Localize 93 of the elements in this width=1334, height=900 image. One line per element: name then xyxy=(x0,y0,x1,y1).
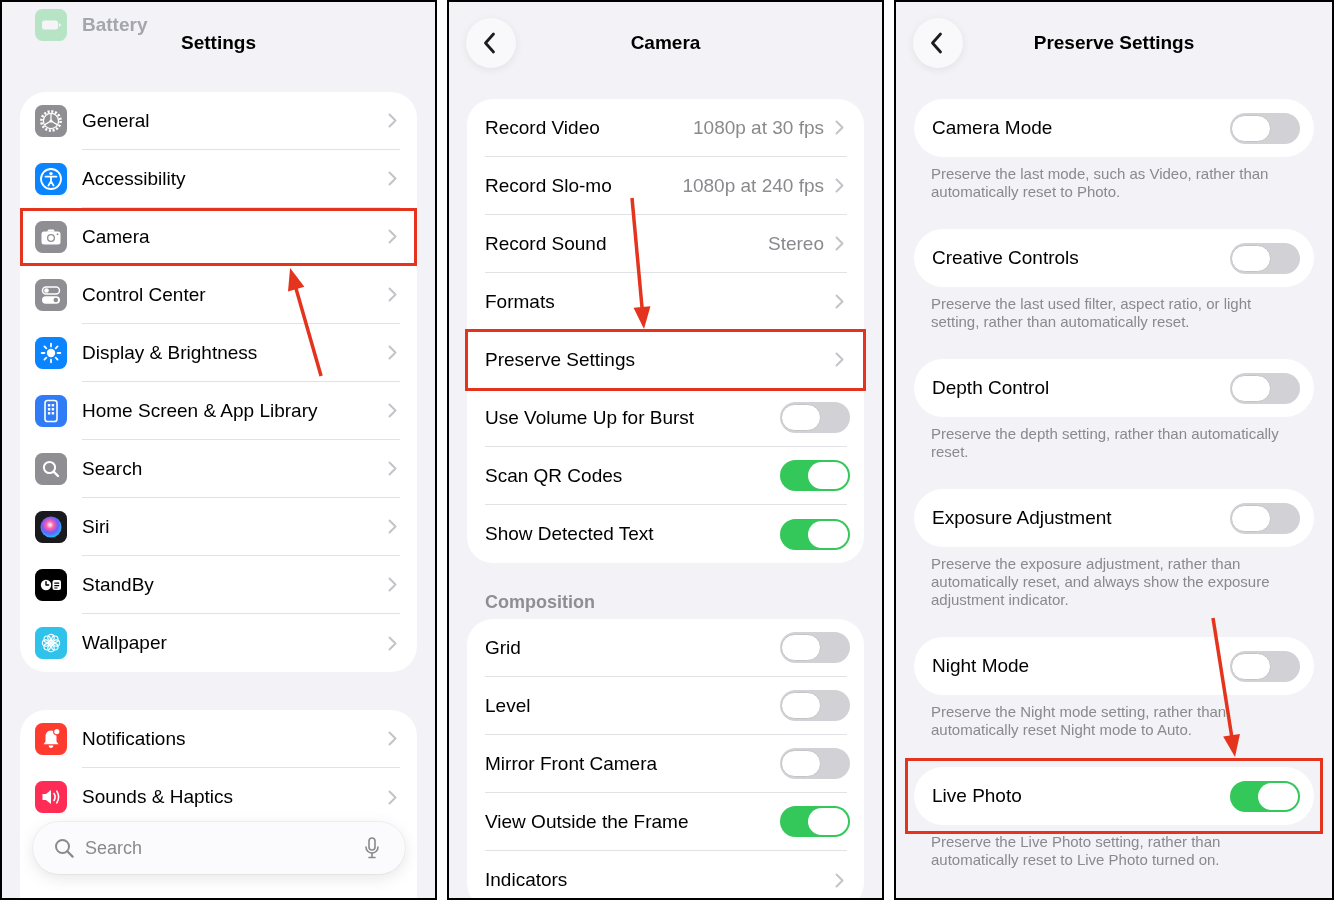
section-header: Composition xyxy=(485,591,596,613)
toggle-switch[interactable] xyxy=(1230,650,1300,682)
toggle-switch[interactable] xyxy=(1230,112,1300,144)
toggle-switch[interactable] xyxy=(780,518,850,550)
toggle-switch[interactable] xyxy=(1230,780,1300,812)
row-value: 1080p at 30 fps xyxy=(693,116,824,139)
setting-label: Mirror Front Camera xyxy=(485,752,658,775)
camera-icon xyxy=(35,221,67,253)
orb-icon xyxy=(35,511,67,543)
settings-row[interactable]: Record Slo-mo 1080p at 240 fps xyxy=(467,157,864,215)
settings-row[interactable]: Display & Brightness xyxy=(20,324,417,382)
row-value: Stereo xyxy=(768,232,824,255)
settings-row[interactable]: Home Screen & App Library xyxy=(20,382,417,440)
chevron-right-icon xyxy=(388,345,397,360)
accessibility-icon xyxy=(35,163,67,195)
toggle-switches-icon xyxy=(35,279,67,311)
setting-label: Level xyxy=(485,694,531,717)
setting-description: Preserve the exposure adjustment, rather than automatically reset, and always show the exposure adjustment indicator. xyxy=(930,555,1271,609)
chevron-right-icon xyxy=(388,461,397,476)
settings-row[interactable]: Control Center xyxy=(20,266,417,324)
settings-row[interactable]: Search xyxy=(20,440,417,498)
gear-icon xyxy=(35,105,67,137)
setting-label: View Outside the Frame xyxy=(485,810,689,833)
settings-row[interactable]: Record Sound Stereo xyxy=(467,215,864,273)
setting-description: Preserve the depth setting, rather than automatically reset. xyxy=(930,425,1280,461)
back-button[interactable] xyxy=(913,18,963,68)
setting-label: Exposure Adjustment xyxy=(932,507,1112,529)
chevron-right-icon xyxy=(835,872,844,888)
chevron-right-icon xyxy=(835,352,844,367)
search-icon xyxy=(35,453,67,485)
setting-label: Use Volume Up for Burst xyxy=(485,406,695,429)
sun-icon xyxy=(35,337,67,369)
chevron-right-icon xyxy=(388,577,397,592)
back-button[interactable] xyxy=(466,18,516,68)
chevron-right-icon xyxy=(835,178,844,193)
bell-icon xyxy=(35,723,67,755)
search-field[interactable]: Search xyxy=(33,822,405,874)
screen-title: Camera xyxy=(629,31,702,55)
chevron-right-icon xyxy=(388,403,397,418)
settings-row[interactable]: StandBy xyxy=(20,556,417,614)
chevron-right-icon xyxy=(835,294,844,309)
row-value: 1080p at 240 fps xyxy=(682,174,824,197)
setting-label: Scan QR Codes xyxy=(485,464,623,487)
chevron-right-icon xyxy=(388,287,397,302)
toggle-switch[interactable] xyxy=(1230,372,1300,404)
chevron-right-icon xyxy=(388,519,397,534)
setting-label: Grid xyxy=(485,636,521,659)
settings-row[interactable]: Indicators xyxy=(467,851,864,898)
settings-row[interactable]: Wallpaper xyxy=(20,614,417,672)
setting-label: Night Mode xyxy=(932,655,1030,677)
toggle-switch[interactable] xyxy=(780,402,850,433)
setting-label: Creative Controls xyxy=(932,247,1079,269)
settings-row[interactable]: General xyxy=(20,92,417,150)
toggle-switch[interactable] xyxy=(780,690,850,721)
setting-label: Live Photo xyxy=(932,785,1022,807)
chevron-right-icon xyxy=(388,731,397,746)
setting-label: Show Detected Text xyxy=(485,523,654,545)
toggle-switch[interactable] xyxy=(780,460,850,491)
settings-row[interactable]: Accessibility xyxy=(20,150,417,208)
toggle-switch[interactable] xyxy=(1230,502,1300,534)
microphone-icon[interactable] xyxy=(364,837,380,859)
settings-row[interactable]: Record Video 1080p at 30 fps xyxy=(467,99,864,157)
screen-title: Preserve Settings xyxy=(1032,31,1196,55)
chevron-right-icon xyxy=(388,113,397,128)
speaker-icon xyxy=(35,781,67,813)
toggle-switch[interactable] xyxy=(780,806,850,837)
search-icon xyxy=(54,838,74,858)
screen-title: Settings xyxy=(180,31,257,55)
settings-row[interactable]: Preserve Settings xyxy=(467,331,864,389)
settings-row[interactable]: Notifications xyxy=(20,710,417,768)
chevron-right-icon xyxy=(835,120,844,135)
chevron-left-icon xyxy=(483,32,496,54)
chevron-right-icon xyxy=(835,236,844,251)
setting-description: Preserve the last used filter, aspect ratio, or light setting, rather than automatically reset. xyxy=(930,295,1253,331)
settings-row[interactable]: Siri xyxy=(20,498,417,556)
chevron-right-icon xyxy=(388,229,397,244)
chevron-left-icon xyxy=(930,32,943,54)
flower-icon xyxy=(35,627,67,659)
faded-row-label: Battery xyxy=(82,14,148,36)
setting-description: Preserve the Night mode setting, rather than automatically reset Night mode to Auto. xyxy=(930,703,1228,739)
battery-icon xyxy=(35,9,67,41)
setting-description: Preserve the Live Photo setting, rather than automatically reset to Live Photo turned on. xyxy=(930,833,1222,869)
chevron-right-icon xyxy=(388,635,397,651)
setting-label: Depth Control xyxy=(932,377,1050,399)
chevron-right-icon xyxy=(388,171,397,186)
toggle-switch[interactable] xyxy=(1230,242,1300,274)
toggle-switch[interactable] xyxy=(780,632,850,663)
toggle-switch[interactable] xyxy=(780,748,850,779)
clock-widget-icon xyxy=(35,569,67,601)
setting-label: Camera Mode xyxy=(932,117,1053,139)
chevron-right-icon xyxy=(388,789,397,805)
setting-description: Preserve the last mode, such as Video, rather than automatically reset to Photo. xyxy=(930,165,1270,201)
phone-grid-icon xyxy=(35,395,67,427)
